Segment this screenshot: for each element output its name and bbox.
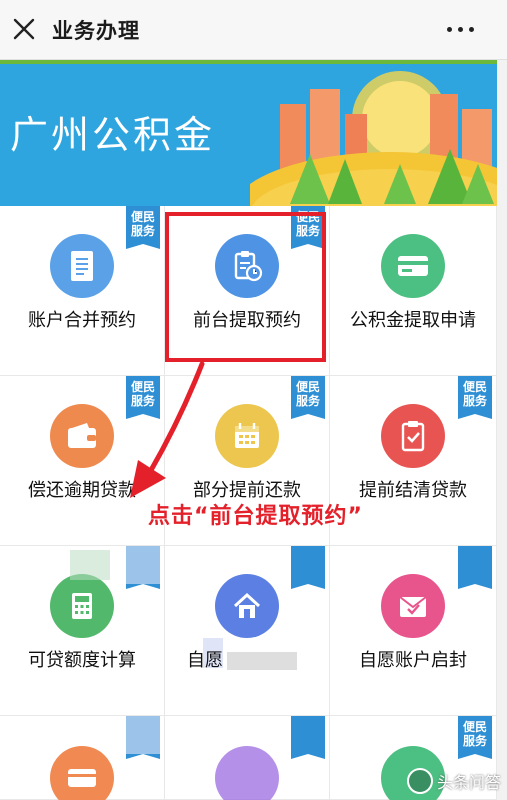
service-badge-blurred bbox=[126, 546, 160, 589]
service-counter-withdraw[interactable]: 便民 服务 前台提取预约 bbox=[165, 206, 330, 376]
wallet-icon bbox=[50, 404, 114, 468]
service-account-unseal[interactable]: 自愿账户启封 bbox=[330, 546, 497, 716]
close-button[interactable] bbox=[10, 14, 38, 44]
banner-title: 广州公积金 bbox=[10, 113, 216, 157]
card-icon bbox=[381, 234, 445, 298]
service-label: 自愿账户启封 bbox=[359, 650, 467, 671]
close-icon bbox=[13, 18, 35, 40]
service-label: 前台提取预约 bbox=[193, 310, 301, 331]
service-badge: 便民 服务 bbox=[291, 376, 325, 419]
service-badge: 便民 服务 bbox=[126, 206, 160, 249]
service-row4-b[interactable] bbox=[165, 716, 330, 800]
card-icon bbox=[50, 746, 114, 800]
page-title: 业务办理 bbox=[52, 19, 140, 43]
house-icon bbox=[215, 574, 279, 638]
calendar-icon bbox=[215, 404, 279, 468]
clipboard-clock-icon bbox=[215, 234, 279, 298]
service-badge-blurred bbox=[291, 716, 325, 759]
service-badge: 便民 服务 bbox=[291, 206, 325, 249]
pixelated-area bbox=[70, 550, 110, 580]
service-badge-blurred bbox=[291, 546, 325, 589]
watermark-logo-icon bbox=[406, 768, 433, 794]
checklist-icon bbox=[381, 404, 445, 468]
service-badge: 便民 服务 bbox=[458, 376, 492, 419]
document-icon bbox=[50, 234, 114, 298]
banner: 广州公积金 bbox=[0, 60, 497, 206]
service-fund-withdraw[interactable]: 公积金提取申请 bbox=[330, 206, 497, 376]
service-label: 公积金提取申请 bbox=[350, 310, 476, 331]
purple-icon bbox=[215, 746, 279, 800]
service-label: 账户合并预约 bbox=[28, 310, 136, 331]
watermark: 头条问答 bbox=[406, 768, 501, 794]
city-illustration bbox=[250, 71, 497, 206]
service-label: 可贷额度计算 bbox=[28, 650, 136, 671]
service-account-merge[interactable]: 便民 服务 账户合并预约 bbox=[0, 206, 165, 376]
service-badge-blurred bbox=[458, 546, 492, 589]
service-loan-calc[interactable]: 可贷额度计算 bbox=[0, 546, 165, 716]
watermark-text: 头条问答 bbox=[436, 773, 501, 792]
service-badge: 便民 服务 bbox=[458, 716, 492, 759]
service-overdue-repay[interactable]: 便民 服务 偿还逾期贷款 bbox=[0, 376, 165, 546]
service-label: 自愿 bbox=[165, 646, 329, 672]
instruction-annotation: 点击“前台提取预约” bbox=[148, 504, 363, 529]
more-dots-icon bbox=[444, 26, 477, 32]
scroll-edge bbox=[497, 60, 507, 800]
service-badge: 便民 服务 bbox=[126, 376, 160, 419]
envelope-check-icon bbox=[381, 574, 445, 638]
service-voluntary[interactable]: 自愿 bbox=[165, 546, 330, 716]
more-button[interactable] bbox=[441, 14, 479, 44]
calculator-icon bbox=[50, 574, 114, 638]
service-row4-a[interactable] bbox=[0, 716, 165, 800]
service-label: 偿还逾期贷款 bbox=[28, 480, 136, 501]
top-bar: 业务办理 bbox=[0, 0, 507, 60]
service-badge-blurred bbox=[126, 716, 160, 759]
